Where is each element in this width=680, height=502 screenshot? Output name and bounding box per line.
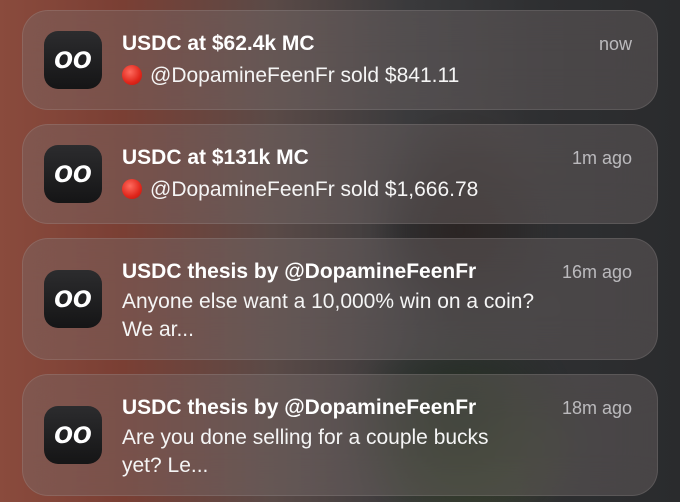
red-circle-icon (122, 65, 142, 85)
notification-card[interactable]: OO USDC at $62.4k MC now @DopamineFeenFr… (22, 10, 658, 110)
notification-body: @DopamineFeenFr sold $1,666.78 (122, 176, 588, 204)
svg-text:OO: OO (54, 49, 91, 74)
notification-body-text: @DopamineFeenFr sold $841.11 (150, 64, 460, 87)
notification-time: 18m ago (561, 398, 632, 418)
notification-title: USDC thesis by @DopamineFeenFr (122, 396, 477, 419)
svg-text:OO: OO (54, 288, 91, 313)
notification-body: Are you done selling for a couple bucks … (122, 424, 588, 480)
app-logo-icon: OO (44, 270, 102, 328)
notification-body-line: Are you done selling for a couple bucks (122, 426, 489, 449)
notification-body-text: @DopamineFeenFr sold $1,666.78 (150, 178, 479, 201)
app-logo-icon: OO (44, 145, 102, 203)
notification-title: USDC thesis by @DopamineFeenFr (122, 260, 477, 283)
notification-time: 1m ago (571, 148, 632, 168)
notification-card[interactable]: OO USDC thesis by @DopamineFeenFr 16m ag… (22, 238, 658, 360)
red-circle-icon (122, 179, 142, 199)
notification-title: USDC at $131k MC (122, 146, 309, 169)
notification-time: now (598, 34, 632, 54)
app-logo-icon: OO (44, 406, 102, 464)
notification-body-line: Anyone else want a 10,000% win on a coin… (122, 290, 535, 313)
notification-card[interactable]: OO USDC thesis by @DopamineFeenFr 18m ag… (22, 374, 658, 496)
notification-card[interactable]: OO USDC at $131k MC 1m ago @DopamineFeen… (22, 124, 658, 224)
svg-text:OO: OO (54, 424, 91, 449)
notification-body: Anyone else want a 10,000% win on a coin… (122, 288, 588, 344)
notification-body: @DopamineFeenFr sold $841.11 (122, 62, 588, 90)
notification-body-line: yet? Le... (122, 454, 209, 477)
notification-body-line: We ar... (122, 318, 194, 341)
notification-title: USDC at $62.4k MC (122, 32, 315, 55)
app-logo-icon: OO (44, 31, 102, 89)
svg-text:OO: OO (54, 163, 91, 188)
notification-time: 16m ago (561, 262, 632, 282)
